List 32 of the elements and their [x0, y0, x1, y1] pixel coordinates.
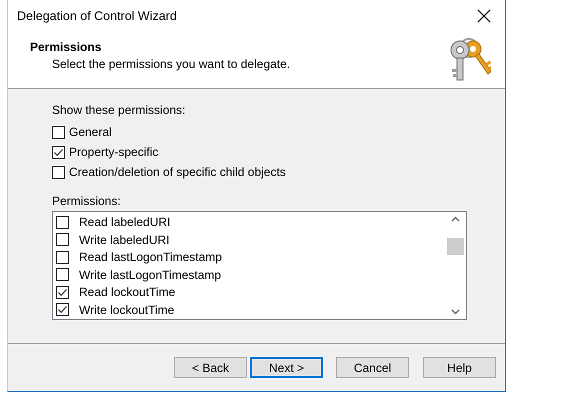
close-icon[interactable] — [477, 8, 491, 22]
filter-label: Show these permissions: — [52, 103, 186, 117]
checkbox[interactable] — [56, 268, 69, 281]
permission-label[interactable]: Read lastLogonTimestamp — [79, 250, 222, 264]
dialog-button[interactable]: Help — [423, 357, 496, 378]
checkbox[interactable] — [56, 286, 69, 298]
permissions-list[interactable]: Read labeledURI Write labeledURI Read lastLogonTimestamp Write lastLogonTimestamp Read lockoutTime Write lockoutTime — [52, 211, 467, 320]
checkbox[interactable] — [52, 146, 65, 158]
scroll-down-icon[interactable] — [451, 309, 460, 315]
scroll-thumb[interactable] — [447, 238, 464, 255]
dialog-button[interactable]: Next > — [250, 357, 323, 378]
checkbox[interactable] — [56, 250, 69, 264]
window-title: Delegation of Control Wizard — [17, 8, 177, 22]
checkbox-label[interactable]: Property-specific — [69, 145, 158, 159]
scroll-up-icon[interactable] — [451, 216, 460, 222]
dialog-button[interactable]: Cancel — [336, 357, 409, 378]
page-title: Permissions — [30, 40, 102, 54]
permission-label[interactable]: Write lastLogonTimestamp — [79, 268, 222, 282]
permission-label[interactable]: Read labeledURI — [79, 215, 170, 229]
permission-label[interactable]: Read lockoutTime — [79, 285, 176, 299]
checkbox[interactable] — [56, 233, 69, 246]
permission-label[interactable]: Write labeledURI — [79, 232, 170, 246]
dialog-button[interactable]: < Back — [174, 357, 247, 378]
permission-label[interactable]: Write lockoutTime — [79, 302, 174, 316]
permissions-label: Permissions: — [52, 194, 122, 208]
checkbox[interactable] — [52, 166, 65, 178]
checkbox[interactable] — [56, 303, 69, 316]
checkbox[interactable] — [52, 126, 65, 138]
checkbox-label[interactable]: Creation/deletion of specific child objects — [69, 165, 286, 179]
checkbox-label[interactable]: General — [69, 125, 112, 139]
page-subtitle: Select the permissions you want to delegate. — [52, 57, 290, 71]
checkbox[interactable] — [56, 216, 69, 228]
